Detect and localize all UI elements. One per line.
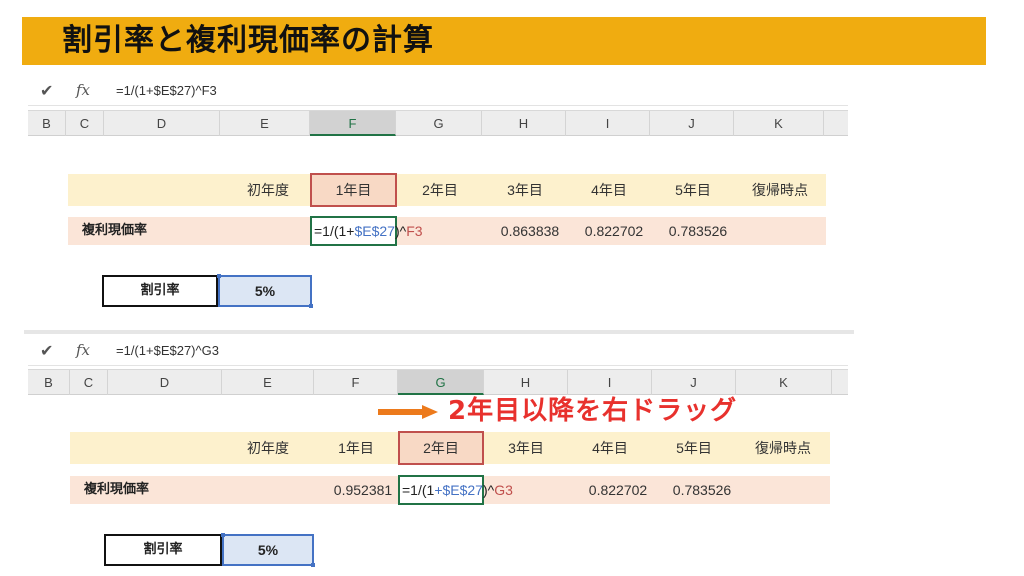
col-header-f[interactable]: F <box>314 370 398 395</box>
year-header-5[interactable]: 5年目 <box>652 432 736 464</box>
discount-rate-label[interactable]: 割引率 <box>102 275 218 307</box>
year-header-4[interactable]: 4年目 <box>567 174 651 206</box>
formula-part-1: =1/(1+ <box>314 223 355 239</box>
formula-bar[interactable]: ✔ fx =1/(1+$E$27)^F3 <box>28 76 848 106</box>
year-header-reversion[interactable]: 復帰時点 <box>735 174 825 206</box>
col-header-d[interactable]: D <box>104 111 220 136</box>
discount-rate-label[interactable]: 割引率 <box>104 534 222 566</box>
pv-factor-year1[interactable]: 0.952381 <box>328 476 398 504</box>
year-header-3[interactable]: 3年目 <box>484 432 568 464</box>
col-header-e[interactable]: E <box>222 370 314 395</box>
formula-text[interactable]: =1/(1+$E$27)^G3 <box>116 343 219 358</box>
year-header-1[interactable]: 1年目 <box>310 174 397 206</box>
year-header-reversion[interactable]: 復帰時点 <box>736 432 830 464</box>
formula-bar[interactable]: ✔ fx =1/(1+$E$27)^G3 <box>28 336 848 366</box>
formula-exponent-ref: F3 <box>406 223 423 239</box>
formula-edit-cell[interactable]: =1/(1+$E$27)^F3 <box>310 216 423 246</box>
year-header-1[interactable]: 1年目 <box>314 432 398 464</box>
pv-factor-year4[interactable]: 0.822702 <box>578 476 658 504</box>
formula-part-2: )^ <box>394 223 407 239</box>
formula-exponent-ref: G3 <box>494 482 513 498</box>
col-header-c[interactable]: C <box>70 370 108 395</box>
col-header-g[interactable]: G <box>396 111 482 136</box>
pv-factor-label[interactable]: 複利現価率 <box>82 217 147 245</box>
col-header-e[interactable]: E <box>220 111 310 136</box>
col-header-k[interactable]: K <box>736 370 832 395</box>
year-header-initial[interactable]: 初年度 <box>228 432 308 464</box>
pv-factor-year3[interactable]: 0.863838 <box>490 217 570 245</box>
col-header-b[interactable]: B <box>28 370 70 395</box>
col-header-d[interactable]: D <box>108 370 222 395</box>
discount-rate-value[interactable]: 5% <box>217 274 313 308</box>
year-header-2[interactable]: 2年目 <box>398 432 484 464</box>
formula-part-1: =1/(1 <box>402 482 435 498</box>
year-header-4[interactable]: 4年目 <box>568 432 652 464</box>
page-title: 割引率と複利現価率の計算 <box>62 23 434 58</box>
col-header-i[interactable]: I <box>566 111 650 136</box>
col-header-h[interactable]: H <box>482 111 566 136</box>
check-icon[interactable]: ✔ <box>40 341 53 360</box>
col-header-j[interactable]: J <box>650 111 734 136</box>
pv-factor-year4[interactable]: 0.822702 <box>574 217 654 245</box>
fx-icon[interactable]: fx <box>76 341 90 359</box>
check-icon[interactable]: ✔ <box>40 81 53 100</box>
col-header-b[interactable]: B <box>28 111 66 136</box>
pv-factor-year5[interactable]: 0.783526 <box>658 217 738 245</box>
title-banner: 割引率と複利現価率の計算 <box>22 17 986 65</box>
drag-annotation: 2年目以降を右ドラッグ <box>448 396 738 426</box>
year-header-2[interactable]: 2年目 <box>397 174 483 206</box>
year-header-initial[interactable]: 初年度 <box>228 174 308 206</box>
formula-edit-cell[interactable]: =1/(1+$E$27)^G3 <box>398 475 513 505</box>
formula-ref: $E$27 <box>354 223 395 239</box>
col-header-k[interactable]: K <box>734 111 824 136</box>
formula-text[interactable]: =1/(1+$E$27)^F3 <box>116 83 217 98</box>
column-header-row: B C D E F G H I J K <box>28 110 848 136</box>
formula-ref: +$E$27 <box>434 482 483 498</box>
year-header-5[interactable]: 5年目 <box>651 174 735 206</box>
col-header-f[interactable]: F <box>310 111 396 136</box>
formula-part-2: )^ <box>482 482 495 498</box>
section-divider <box>24 330 854 334</box>
pv-factor-label[interactable]: 複利現価率 <box>84 476 149 504</box>
col-header-c[interactable]: C <box>66 111 104 136</box>
arrow-right-icon <box>378 405 438 419</box>
year-header-3[interactable]: 3年目 <box>483 174 567 206</box>
pv-factor-year5[interactable]: 0.783526 <box>662 476 742 504</box>
fx-icon[interactable]: fx <box>76 81 90 99</box>
discount-rate-value[interactable]: 5% <box>221 533 315 567</box>
